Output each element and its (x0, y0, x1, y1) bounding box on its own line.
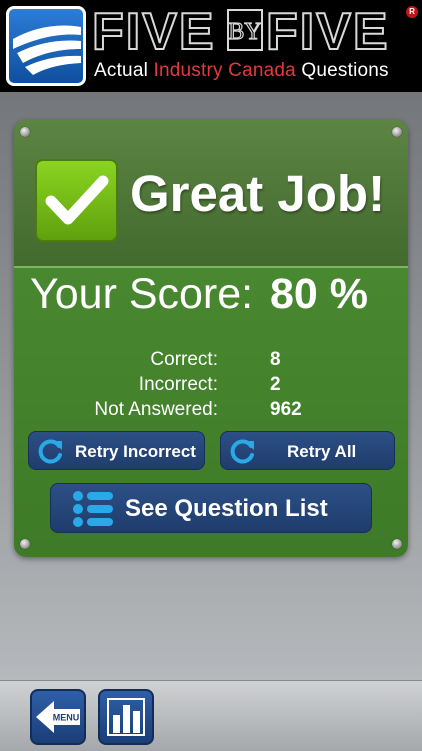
wing-logo-icon (6, 6, 86, 86)
screw-bottom-right (392, 539, 402, 549)
screw-bottom-left (20, 539, 30, 549)
retry-incorrect-label: Retry Incorrect (75, 442, 196, 461)
incorrect-value: 2 (270, 374, 281, 395)
bottom-toolbar: MENU (0, 680, 422, 751)
list-icon (71, 489, 115, 534)
tagline-highlight: Industry Canada (153, 60, 296, 81)
brand-by: BY (228, 19, 261, 45)
back-arrow-icon: MENU (36, 701, 80, 733)
app-header: FIVE BY FIVE R Actual Industry Canada Qu… (0, 0, 422, 92)
brand-wordmark: FIVE BY FIVE (92, 4, 414, 54)
brand-five-left: FIVE (92, 4, 216, 54)
refresh-icon (229, 438, 257, 469)
screw-top-right (392, 127, 402, 137)
tagline-suffix: Questions (295, 60, 389, 81)
score-label: Your Score: (30, 270, 254, 318)
brand-five-right: FIVE (266, 4, 390, 54)
stats-button[interactable] (98, 689, 154, 745)
see-question-list-label: See Question List (125, 495, 328, 522)
registered-mark: R (406, 6, 418, 18)
retry-all-button[interactable]: Retry All (220, 431, 395, 470)
tagline-prefix: Actual (94, 60, 154, 81)
screw-top-left (20, 127, 30, 137)
score-value: 80 % (270, 270, 369, 318)
correct-value: 8 (270, 349, 281, 370)
incorrect-label: Incorrect: (138, 374, 218, 395)
refresh-icon (37, 438, 65, 469)
not-answered-label: Not Answered: (94, 399, 218, 420)
checkmark-icon (35, 159, 118, 242)
menu-button[interactable]: MENU (30, 689, 86, 745)
result-heading: Great Job! (130, 165, 386, 222)
tagline: Actual Industry Canada Questions (94, 60, 416, 82)
retry-incorrect-button[interactable]: Retry Incorrect (28, 431, 205, 470)
correct-label: Correct: (150, 349, 218, 370)
bar-chart-icon (107, 698, 145, 736)
not-answered-value: 962 (270, 399, 302, 420)
results-panel: Great Job! Your Score: 80 % Correct: 8 I… (14, 120, 408, 557)
retry-all-label: Retry All (287, 442, 357, 461)
see-question-list-button[interactable]: See Question List (50, 483, 372, 533)
menu-label: MENU (53, 713, 80, 723)
